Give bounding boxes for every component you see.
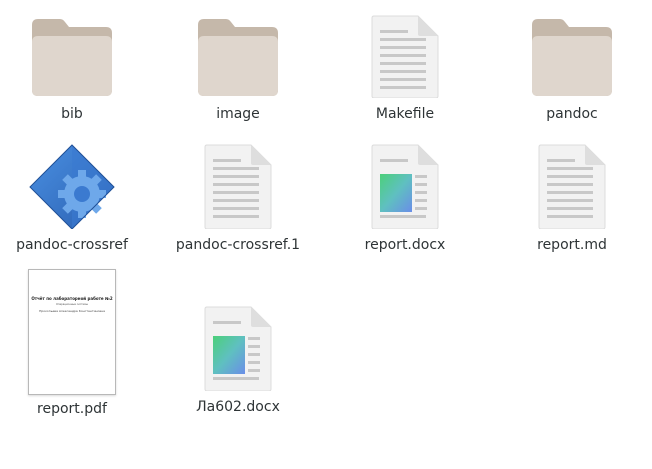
file-name: pandoc — [546, 106, 598, 122]
file-item-pandoc[interactable]: pandoc — [502, 8, 642, 133]
file-item-image[interactable]: image — [168, 8, 308, 133]
file-item-bib[interactable]: bib — [2, 8, 142, 133]
file-name: bib — [61, 106, 83, 122]
folder-icon — [502, 8, 642, 98]
document-icon — [168, 301, 308, 391]
file-item-makefile[interactable]: Makefile — [335, 8, 475, 133]
text-file-icon — [502, 139, 642, 229]
file-item-report-pdf[interactable]: Отчёт по лабораторной работе №2 Операцио… — [2, 269, 142, 419]
file-name: Makefile — [375, 106, 435, 122]
file-name: report.md — [537, 237, 607, 253]
file-name: image — [216, 106, 260, 122]
pdf-page-preview: Отчёт по лабораторной работе №2 Операцио… — [28, 269, 116, 395]
pdf-preview-subtitle: Операционные системы — [56, 303, 88, 306]
file-item-report-docx[interactable]: report.docx — [335, 139, 475, 264]
pdf-preview-title: Отчёт по лабораторной работе №2 — [31, 296, 113, 301]
text-file-icon — [335, 8, 475, 98]
file-name: pandoc-crossref — [16, 237, 128, 253]
file-name: report.docx — [364, 237, 446, 253]
folder-icon — [2, 8, 142, 98]
file-name: report.pdf — [37, 401, 107, 417]
file-item-pandoc-crossref-1[interactable]: pandoc-crossref.1 — [168, 139, 308, 264]
file-name: Ла602.docx — [196, 399, 280, 415]
folder-icon — [168, 8, 308, 98]
document-icon — [335, 139, 475, 229]
pdf-preview-author: Прокопьева Александра Константиновна — [39, 309, 105, 313]
file-item-la602-docx[interactable]: Ла602.docx — [168, 301, 308, 426]
file-item-report-md[interactable]: report.md — [502, 139, 642, 264]
executable-icon — [2, 139, 142, 229]
file-grid: bib image Makefile pandoc pandoc-crossre… — [0, 0, 652, 469]
file-name: pandoc-crossref.1 — [175, 237, 301, 253]
pdf-thumbnail: Отчёт по лабораторной работе №2 Операцио… — [2, 269, 142, 396]
file-item-pandoc-crossref[interactable]: pandoc-crossref — [2, 139, 142, 264]
text-file-icon — [168, 139, 308, 229]
